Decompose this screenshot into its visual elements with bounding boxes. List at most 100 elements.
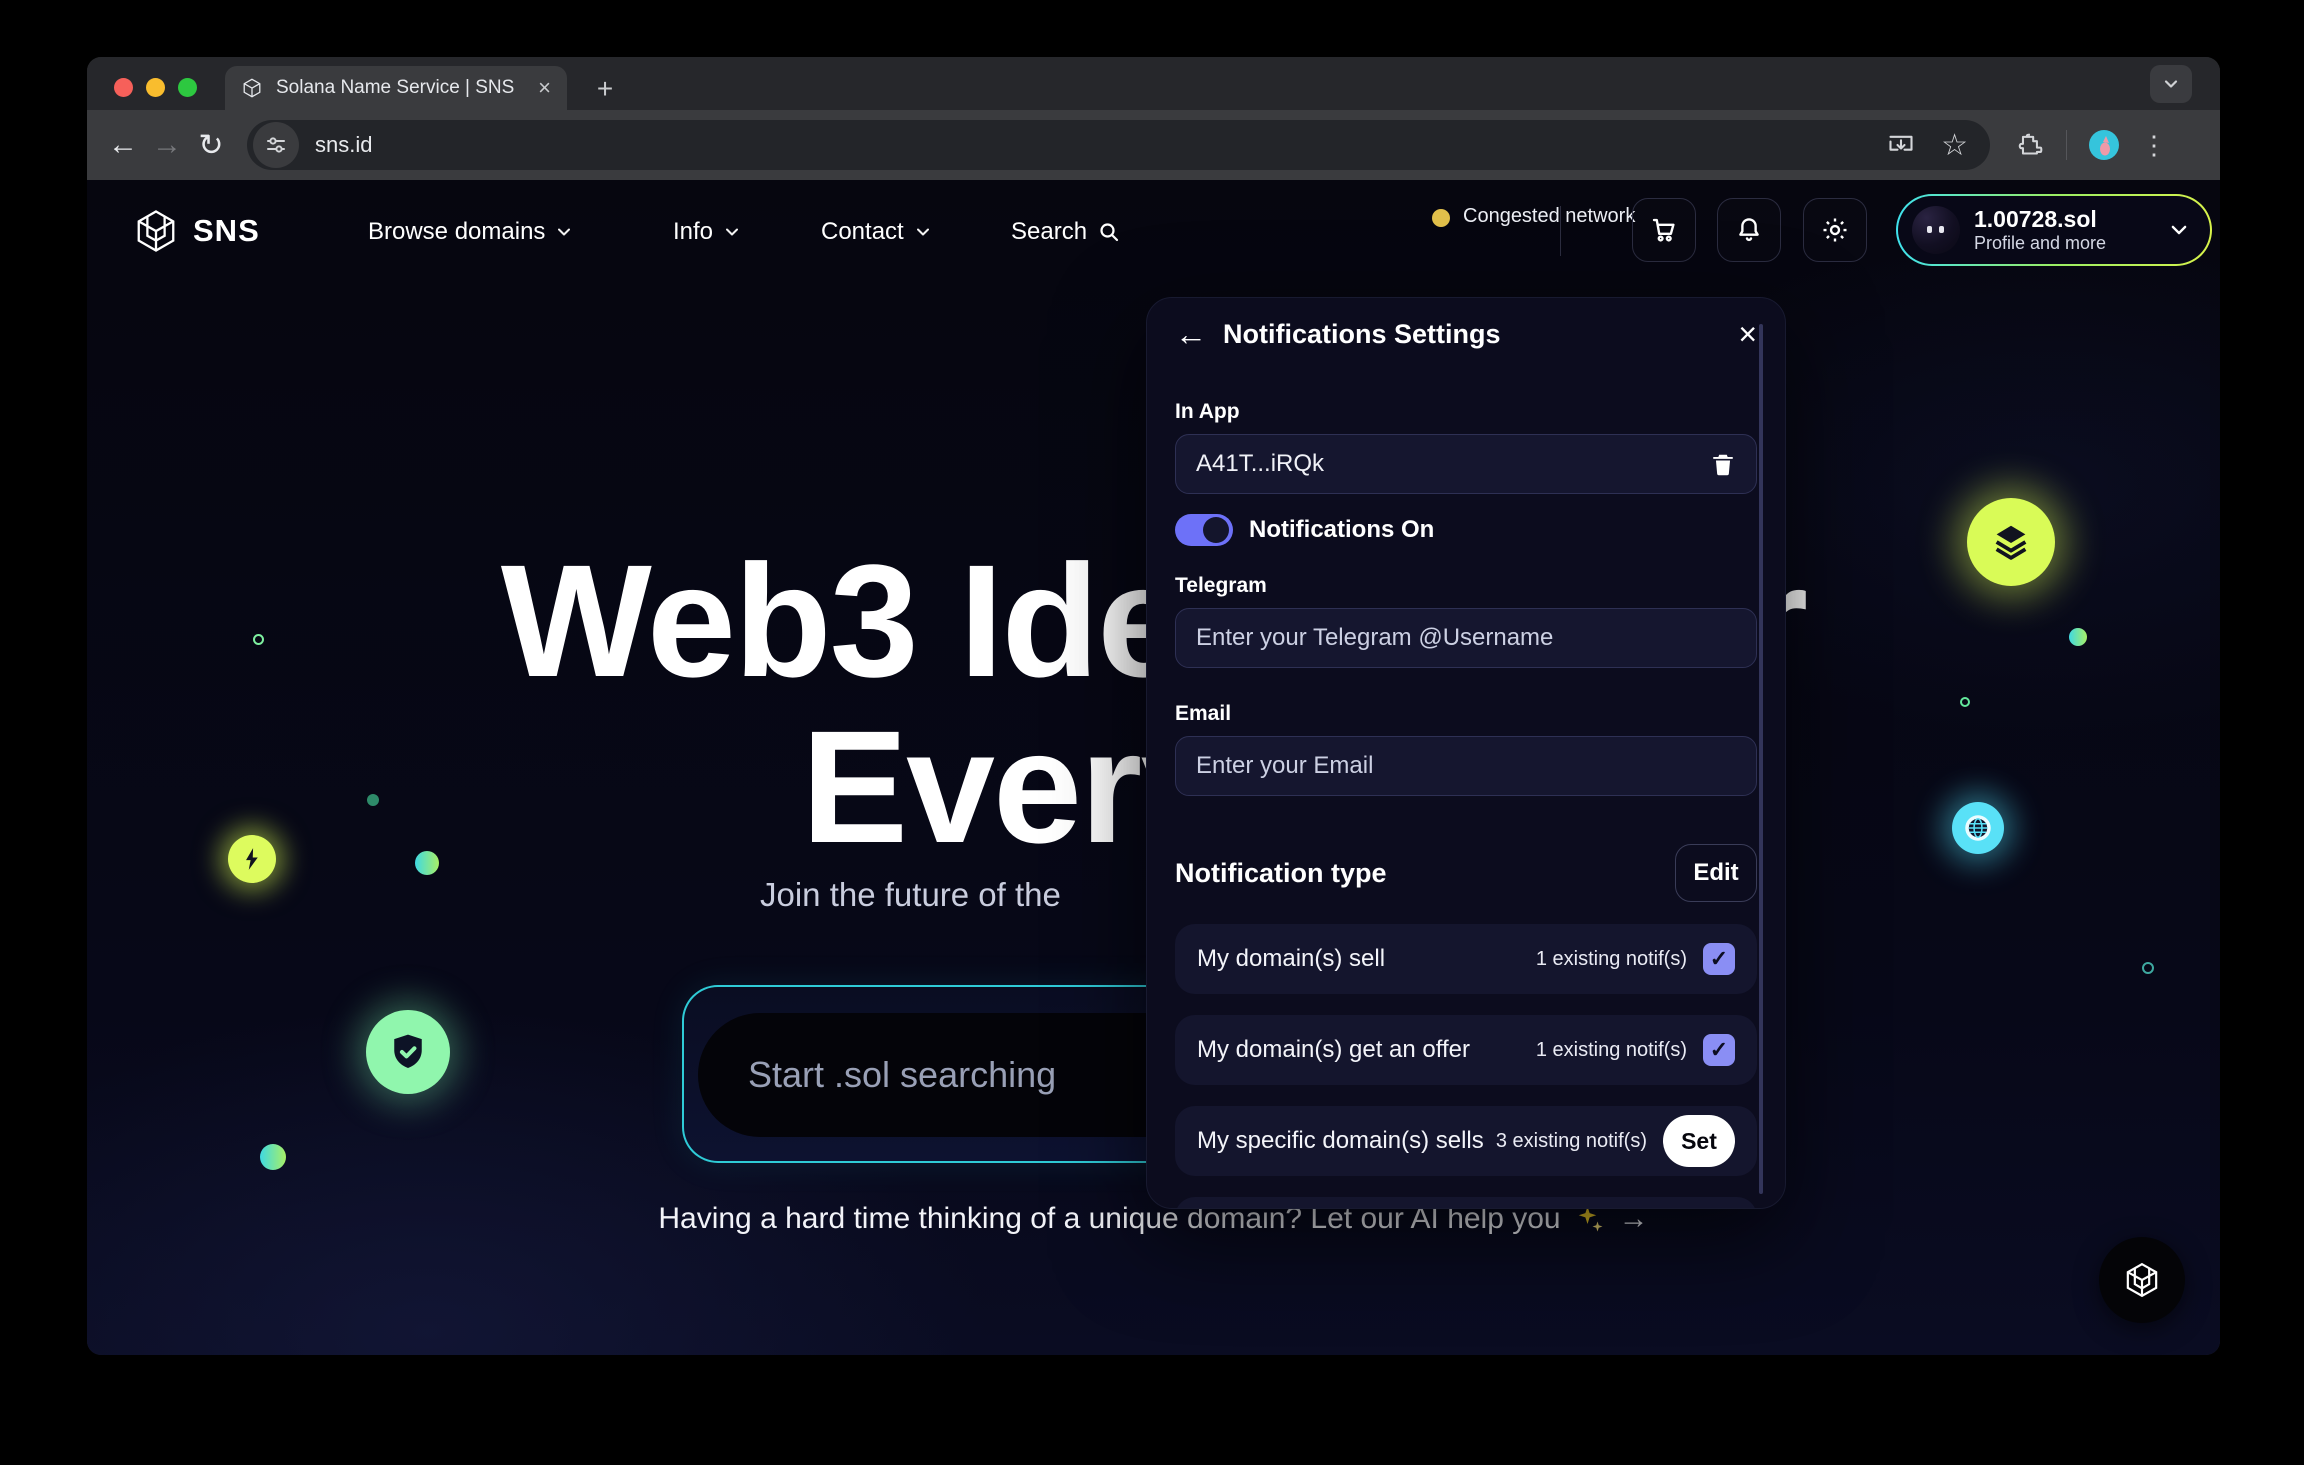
layers-icon xyxy=(1967,498,2055,586)
settings-button[interactable] xyxy=(1803,198,1867,262)
notification-row-get-offer: My domain(s) get an offer 1 existing not… xyxy=(1175,1015,1757,1085)
email-input[interactable] xyxy=(1196,752,1736,780)
reload-button[interactable]: ↻ xyxy=(189,123,233,167)
new-tab-button[interactable]: + xyxy=(587,71,623,107)
notification-row-partial xyxy=(1175,1197,1757,1209)
cart-icon xyxy=(1649,215,1679,245)
trash-icon[interactable] xyxy=(1710,451,1736,477)
window-controls xyxy=(114,78,197,97)
close-icon[interactable]: × xyxy=(1738,318,1757,350)
telegram-label: Telegram xyxy=(1175,574,1757,598)
decor-dot xyxy=(2069,628,2087,646)
browser-toolbar: ← → ↻ sns.id ☆ xyxy=(87,110,2220,180)
decor-ring xyxy=(2142,962,2154,974)
tab-close-icon[interactable]: × xyxy=(538,75,551,101)
chevron-down-icon xyxy=(914,223,932,241)
nav-info[interactable]: Info xyxy=(673,218,741,246)
sns-page: SNS Browse domains Info Contact xyxy=(87,180,2220,1355)
close-window-button[interactable] xyxy=(114,78,133,97)
in-app-wallet-input[interactable] xyxy=(1196,450,1710,478)
nav-search[interactable]: Search xyxy=(1011,218,1121,246)
set-button[interactable]: Set xyxy=(1663,1115,1735,1167)
edit-button[interactable]: Edit xyxy=(1675,844,1757,902)
row-count: 1 existing notif(s) xyxy=(1536,948,1687,971)
back-button[interactable]: ← xyxy=(101,123,145,167)
profile-domain: 1.00728.sol xyxy=(1974,206,2106,232)
nav-contact[interactable]: Contact xyxy=(821,218,932,246)
row-label: My domain(s) sell xyxy=(1197,945,1385,973)
toolbar-right: ⋮ xyxy=(2016,130,2167,161)
tab-strip: Solana Name Service | SNS × + xyxy=(87,57,2220,110)
install-icon[interactable] xyxy=(1887,131,1915,159)
nav-browse-domains[interactable]: Browse domains xyxy=(368,218,573,246)
search-icon xyxy=(1097,220,1121,244)
in-app-field xyxy=(1175,434,1757,494)
notifications-toggle[interactable] xyxy=(1175,514,1233,546)
browser-tab[interactable]: Solana Name Service | SNS × xyxy=(225,66,567,110)
address-bar-actions: ☆ xyxy=(1887,128,1968,163)
decor-dot xyxy=(415,851,439,875)
cube-fab-button[interactable] xyxy=(2099,1237,2185,1323)
telegram-field xyxy=(1175,608,1757,668)
site-settings-icon[interactable] xyxy=(253,122,299,168)
zoom-window-button[interactable] xyxy=(178,78,197,97)
row-count: 1 existing notif(s) xyxy=(1536,1039,1687,1062)
ai-helper-row[interactable]: Having a hard time thinking of a unique … xyxy=(87,1202,2220,1236)
extensions-puzzle-icon[interactable] xyxy=(2016,131,2044,159)
in-app-label: In App xyxy=(1175,400,1757,424)
header-divider xyxy=(1560,206,1561,256)
telegram-input[interactable] xyxy=(1196,624,1736,652)
cart-button[interactable] xyxy=(1632,198,1696,262)
decor-ring xyxy=(253,634,264,645)
nav-label: Search xyxy=(1011,218,1087,246)
site-header: SNS Browse domains Info Contact xyxy=(87,180,2220,280)
modal-header: ← Notifications Settings × xyxy=(1175,312,1757,356)
notifications-button[interactable] xyxy=(1717,198,1781,262)
profile-pill[interactable]: 1.00728.sol Profile and more xyxy=(1896,194,2212,266)
gear-icon xyxy=(1820,215,1850,245)
sns-logo[interactable]: SNS xyxy=(133,208,260,254)
browser-menu-icon[interactable]: ⋮ xyxy=(2141,130,2167,161)
bookmark-star-icon[interactable]: ☆ xyxy=(1941,128,1968,163)
toggle-knob xyxy=(1203,517,1229,543)
checkbox-checked[interactable] xyxy=(1703,1034,1735,1066)
notifications-toggle-row: Notifications On xyxy=(1175,514,1757,546)
desktop: Solana Name Service | SNS × + ← → ↻ xyxy=(0,0,2304,1465)
congested-dot-icon xyxy=(1432,209,1450,227)
modal-title: Notifications Settings xyxy=(1223,319,1501,350)
email-label: Email xyxy=(1175,702,1757,726)
globe-icon xyxy=(1952,802,2004,854)
chevron-down-icon xyxy=(2162,75,2180,93)
notifications-settings-modal: ← Notifications Settings × In App Notifi… xyxy=(1146,297,1786,1209)
notification-type-header: Notification type Edit xyxy=(1175,844,1757,902)
notification-row-specific-sells: My specific domain(s) sells 3 existing n… xyxy=(1175,1106,1757,1176)
chevron-down-icon xyxy=(723,223,741,241)
brand-name: SNS xyxy=(193,213,260,249)
profile-avatar xyxy=(1912,206,1960,254)
checkbox-checked[interactable] xyxy=(1703,943,1735,975)
profile-subtitle: Profile and more xyxy=(1974,233,2106,254)
tab-title: Solana Name Service | SNS xyxy=(276,77,530,99)
browser-window: Solana Name Service | SNS × + ← → ↻ xyxy=(87,57,2220,1355)
decor-dot xyxy=(260,1144,286,1170)
row-label: My domain(s) get an offer xyxy=(1197,1036,1470,1064)
row-label: My specific domain(s) sells xyxy=(1197,1127,1484,1155)
browser-profile-avatar[interactable] xyxy=(2089,130,2119,160)
modal-scrollbar[interactable] xyxy=(1759,324,1763,1194)
back-arrow-icon[interactable]: ← xyxy=(1175,316,1207,353)
lightning-bolt-icon xyxy=(228,835,276,883)
url-text[interactable]: sns.id xyxy=(315,132,1887,158)
forward-button[interactable]: → xyxy=(145,123,189,167)
email-field xyxy=(1175,736,1757,796)
network-status-text: Congested network xyxy=(1463,204,1635,229)
minimize-window-button[interactable] xyxy=(146,78,165,97)
toggle-label: Notifications On xyxy=(1249,516,1434,544)
tab-search-button[interactable] xyxy=(2150,65,2192,103)
address-bar[interactable]: sns.id ☆ xyxy=(247,120,1990,170)
chevron-down-icon xyxy=(2168,219,2190,241)
notification-row-domains-sell: My domain(s) sell 1 existing notif(s) xyxy=(1175,924,1757,994)
hero-subtitle: Join the future of the xyxy=(760,876,1061,914)
shield-check-icon xyxy=(366,1010,450,1094)
toolbar-divider xyxy=(2066,130,2067,160)
notification-type-heading: Notification type xyxy=(1175,858,1387,889)
